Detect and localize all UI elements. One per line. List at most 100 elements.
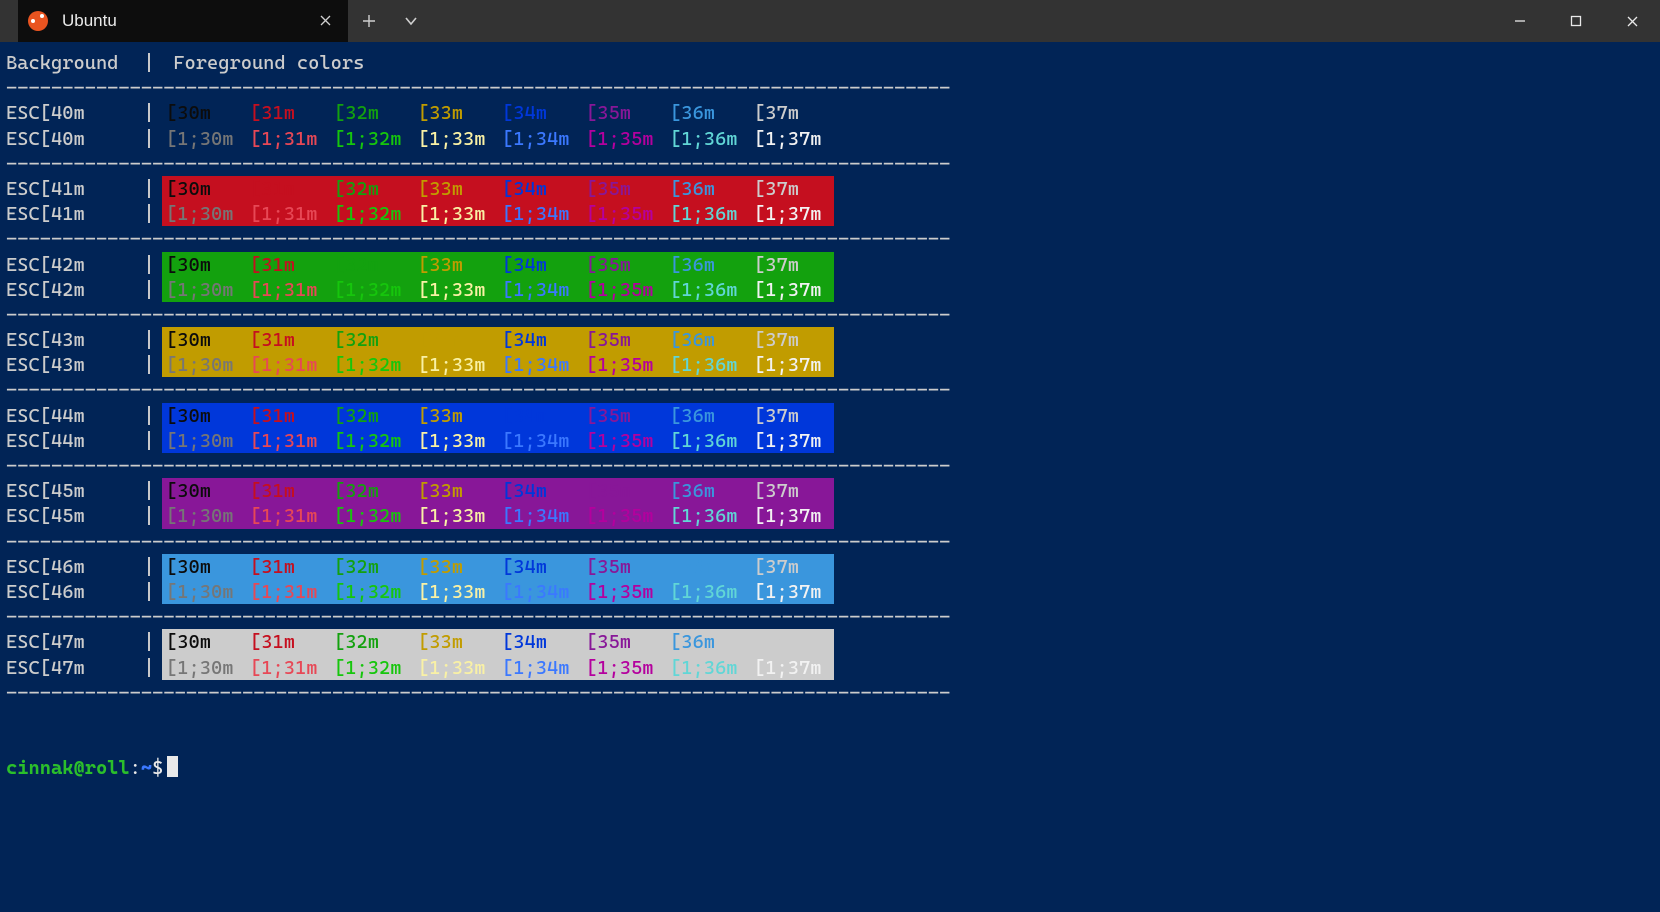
color-strip: [30m[31m[32m[33m[34m[35m[36m[37m: [162, 176, 834, 201]
row-label: ESC[42m: [6, 252, 136, 277]
color-cell: [35m: [582, 629, 666, 654]
color-cell: [32m: [330, 100, 414, 125]
color-cell: [33m: [414, 252, 498, 277]
divider: ----------------------------------------…: [6, 604, 1654, 629]
tab-title: Ubuntu: [62, 11, 312, 31]
divider: ----------------------------------------…: [6, 453, 1654, 478]
color-strip: [1;30m[1;31m[1;32m[1;33m[1;34m[1;35m[1;3…: [162, 428, 834, 453]
color-strip: [1;30m[1;31m[1;32m[1;33m[1;34m[1;35m[1;3…: [162, 655, 834, 680]
color-cell: [32m: [330, 327, 414, 352]
color-cell: [37m: [750, 403, 834, 428]
new-tab-button[interactable]: [348, 0, 390, 42]
color-cell: [1;34m: [498, 655, 582, 680]
color-cell: [1;32m: [330, 277, 414, 302]
color-cell: [1;31m: [246, 352, 330, 377]
row-label: ESC[47m: [6, 655, 136, 680]
color-row: ESC[42m|[30m[31m[32m[33m[34m[35m[36m[37m: [6, 252, 1654, 277]
row-label: ESC[41m: [6, 176, 136, 201]
color-cell: [32m: [330, 478, 414, 503]
color-cell: [1;35m: [582, 579, 666, 604]
color-cell: [1;31m: [246, 503, 330, 528]
color-cell: [37m: [750, 252, 834, 277]
color-cell: [1;37m: [750, 352, 834, 377]
color-cell: [37m: [750, 629, 834, 654]
color-cell: [34m: [498, 554, 582, 579]
color-cell: [1;35m: [582, 428, 666, 453]
shell-prompt[interactable]: cinnak@roll:~$: [6, 755, 1654, 780]
color-cell: [1;35m: [582, 503, 666, 528]
color-cell: [33m: [414, 176, 498, 201]
table-header: Background| Foreground colors: [6, 50, 1654, 75]
row-sep: |: [136, 327, 162, 352]
color-strip: [30m[31m[32m[33m[34m[35m[36m[37m: [162, 554, 834, 579]
color-cell: [35m: [582, 176, 666, 201]
color-cell: [31m: [246, 176, 330, 201]
color-cell: [36m: [666, 403, 750, 428]
color-cell: [1;31m: [246, 277, 330, 302]
color-cell: [33m: [414, 629, 498, 654]
close-window-button[interactable]: [1604, 0, 1660, 42]
row-label: ESC[44m: [6, 428, 136, 453]
color-strip: [30m[31m[32m[33m[34m[35m[36m[37m: [162, 629, 834, 654]
color-cell: [1;37m: [750, 655, 834, 680]
color-cell: [35m: [582, 403, 666, 428]
color-row: ESC[40m|[1;30m[1;31m[1;32m[1;33m[1;34m[1…: [6, 126, 1654, 151]
color-cell: [35m: [582, 554, 666, 579]
row-sep: |: [136, 655, 162, 680]
color-cell: [1;34m: [498, 352, 582, 377]
color-cell: [1;36m: [666, 579, 750, 604]
color-cell: [1;30m: [162, 503, 246, 528]
row-sep: |: [136, 252, 162, 277]
color-row: ESC[45m|[1;30m[1;31m[1;32m[1;33m[1;34m[1…: [6, 503, 1654, 528]
color-cell: [1;30m: [162, 201, 246, 226]
color-cell: [31m: [246, 403, 330, 428]
color-row: ESC[42m|[1;30m[1;31m[1;32m[1;33m[1;34m[1…: [6, 277, 1654, 302]
color-cell: [35m: [582, 327, 666, 352]
color-cell: [1;30m: [162, 579, 246, 604]
color-cell: [34m: [498, 252, 582, 277]
color-row: ESC[44m|[1;30m[1;31m[1;32m[1;33m[1;34m[1…: [6, 428, 1654, 453]
tab-dropdown-button[interactable]: [390, 0, 432, 42]
color-cell: [34m: [498, 629, 582, 654]
minimize-button[interactable]: [1492, 0, 1548, 42]
row-sep: |: [136, 403, 162, 428]
row-label: ESC[47m: [6, 629, 136, 654]
color-row: ESC[40m|[30m[31m[32m[33m[34m[35m[36m[37m: [6, 100, 1654, 125]
color-cell: [1;37m: [750, 503, 834, 528]
color-row: ESC[46m|[1;30m[1;31m[1;32m[1;33m[1;34m[1…: [6, 579, 1654, 604]
color-cell: [32m: [330, 629, 414, 654]
prompt-path: ~: [141, 756, 152, 779]
color-cell: [36m: [666, 100, 750, 125]
row-sep: |: [136, 428, 162, 453]
close-tab-button[interactable]: [312, 12, 338, 30]
color-cell: [30m: [162, 554, 246, 579]
color-cell: [1;36m: [666, 126, 750, 151]
color-strip: [30m[31m[32m[33m[34m[35m[36m[37m: [162, 403, 834, 428]
color-cell: [31m: [246, 629, 330, 654]
title-bar: Ubuntu: [0, 0, 1660, 42]
row-label: ESC[44m: [6, 403, 136, 428]
color-cell: [33m: [414, 327, 498, 352]
terminal-output[interactable]: Background| Foreground colors -----------…: [0, 42, 1660, 788]
color-cell: [1;31m: [246, 579, 330, 604]
color-strip: [30m[31m[32m[33m[34m[35m[36m[37m: [162, 100, 834, 125]
maximize-button[interactable]: [1548, 0, 1604, 42]
color-cell: [30m: [162, 100, 246, 125]
color-cell: [33m: [414, 554, 498, 579]
row-label: ESC[46m: [6, 579, 136, 604]
color-cell: [35m: [582, 100, 666, 125]
color-cell: [1;31m: [246, 126, 330, 151]
row-sep: |: [136, 629, 162, 654]
color-cell: [1;36m: [666, 352, 750, 377]
color-cell: [1;33m: [414, 428, 498, 453]
header-fg: Foreground colors: [162, 51, 364, 74]
color-cell: [34m: [498, 327, 582, 352]
color-cell: [30m: [162, 176, 246, 201]
row-sep: |: [136, 352, 162, 377]
row-sep: |: [136, 503, 162, 528]
color-row: ESC[41m|[1;30m[1;31m[1;32m[1;33m[1;34m[1…: [6, 201, 1654, 226]
color-strip: [30m[31m[32m[33m[34m[35m[36m[37m: [162, 478, 834, 503]
row-sep: |: [136, 201, 162, 226]
color-cell: [34m: [498, 100, 582, 125]
tab-ubuntu[interactable]: Ubuntu: [18, 0, 348, 42]
